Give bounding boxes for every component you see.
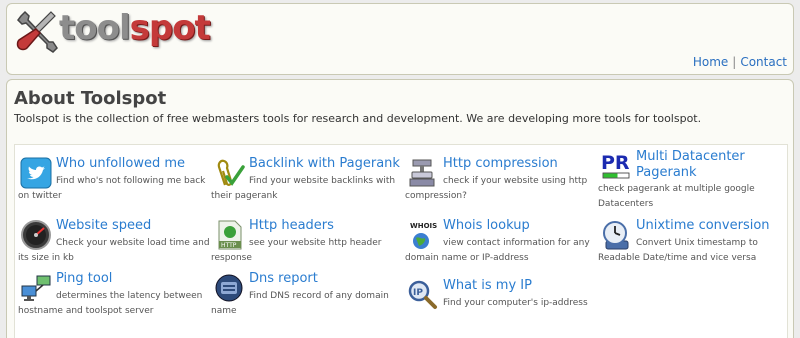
tool-link[interactable]: Whois lookup <box>443 218 530 234</box>
tool-whois-lookup: WHOIS Whois lookup view contact informat… <box>405 218 597 272</box>
tool-link[interactable]: Backlink with Pagerank <box>249 156 400 172</box>
tool-link[interactable]: What is my IP <box>443 278 532 294</box>
tool-multi-datacenter-pagerank: PR Multi Datacenter Pagerank check pager… <box>598 149 790 209</box>
tool-http-compression: Http compression check if your website u… <box>405 156 597 210</box>
tool-description: Find your website backlinks with their p… <box>211 176 396 201</box>
tool-ping-tool: Ping tool determines the latency between… <box>18 271 210 325</box>
tool-link[interactable]: Unixtime conversion <box>636 218 770 234</box>
tool-description: see your website http header response <box>211 238 382 263</box>
tool-link[interactable]: Multi Datacenter Pagerank <box>636 149 786 181</box>
svg-text:WHOIS: WHOIS <box>410 222 437 230</box>
tool-description: Check your website load time and its siz… <box>18 238 210 263</box>
tool-who-unfollowed-me: Who unfollowed me Find who's not followi… <box>18 156 210 210</box>
tool-link[interactable]: Http headers <box>249 218 334 234</box>
tool-link[interactable]: Website speed <box>56 218 151 234</box>
pagerank-pr-icon[interactable]: PR <box>600 150 632 182</box>
tools-grid: Who unfollowed me Find who's not followi… <box>14 144 788 338</box>
svg-text:PR: PR <box>601 152 630 174</box>
tool-description: view contact information for any domain … <box>405 238 590 263</box>
tool-http-headers: HTTP Http headers see your website http … <box>211 218 403 272</box>
header-panel: toolspot Home | Contact <box>6 3 794 75</box>
tool-unixtime-conversion: Unixtime conversion Convert Unix timesta… <box>598 218 790 272</box>
main-panel: About Toolspot Toolspot is the collectio… <box>6 79 794 338</box>
tool-description: determines the latency between hostname … <box>18 291 203 316</box>
nav-home-link[interactable]: Home <box>693 55 728 69</box>
tool-description: check if your website using http compres… <box>405 176 588 201</box>
logo-wordmark: toolspot <box>59 8 211 48</box>
nav-contact-link[interactable]: Contact <box>740 55 787 69</box>
tool-link[interactable]: Http compression <box>443 156 558 172</box>
tool-description: Find your computer's ip-address <box>443 298 588 308</box>
intro-text: Toolspot is the collection of free webma… <box>14 112 702 125</box>
tool-dns-report: Dns report Find DNS record of any domain… <box>211 271 403 325</box>
tool-what-is-my-ip: IP What is my IP Find your computer's ip… <box>405 278 597 332</box>
tool-description: Convert Unix timestamp to Readable Date/… <box>598 238 758 263</box>
nav-separator: | <box>732 55 737 69</box>
wrench-screwdriver-icon <box>16 10 58 53</box>
tool-link[interactable]: Ping tool <box>56 271 112 287</box>
tool-description: Find DNS record of any domain name <box>211 291 389 316</box>
tool-backlink-pagerank: Backlink with Pagerank Find your website… <box>211 156 403 210</box>
top-navigation: Home | Contact <box>693 55 787 69</box>
page-title: About Toolspot <box>14 88 167 109</box>
tool-website-speed: Website speed Check your website load ti… <box>18 218 210 272</box>
tool-description: check pagerank at multiple google Datace… <box>598 184 755 209</box>
tool-link[interactable]: Who unfollowed me <box>56 156 185 172</box>
tool-link[interactable]: Dns report <box>249 271 318 287</box>
site-logo[interactable]: toolspot <box>15 8 211 56</box>
tool-description: Find who's not following me back on twit… <box>18 176 206 201</box>
